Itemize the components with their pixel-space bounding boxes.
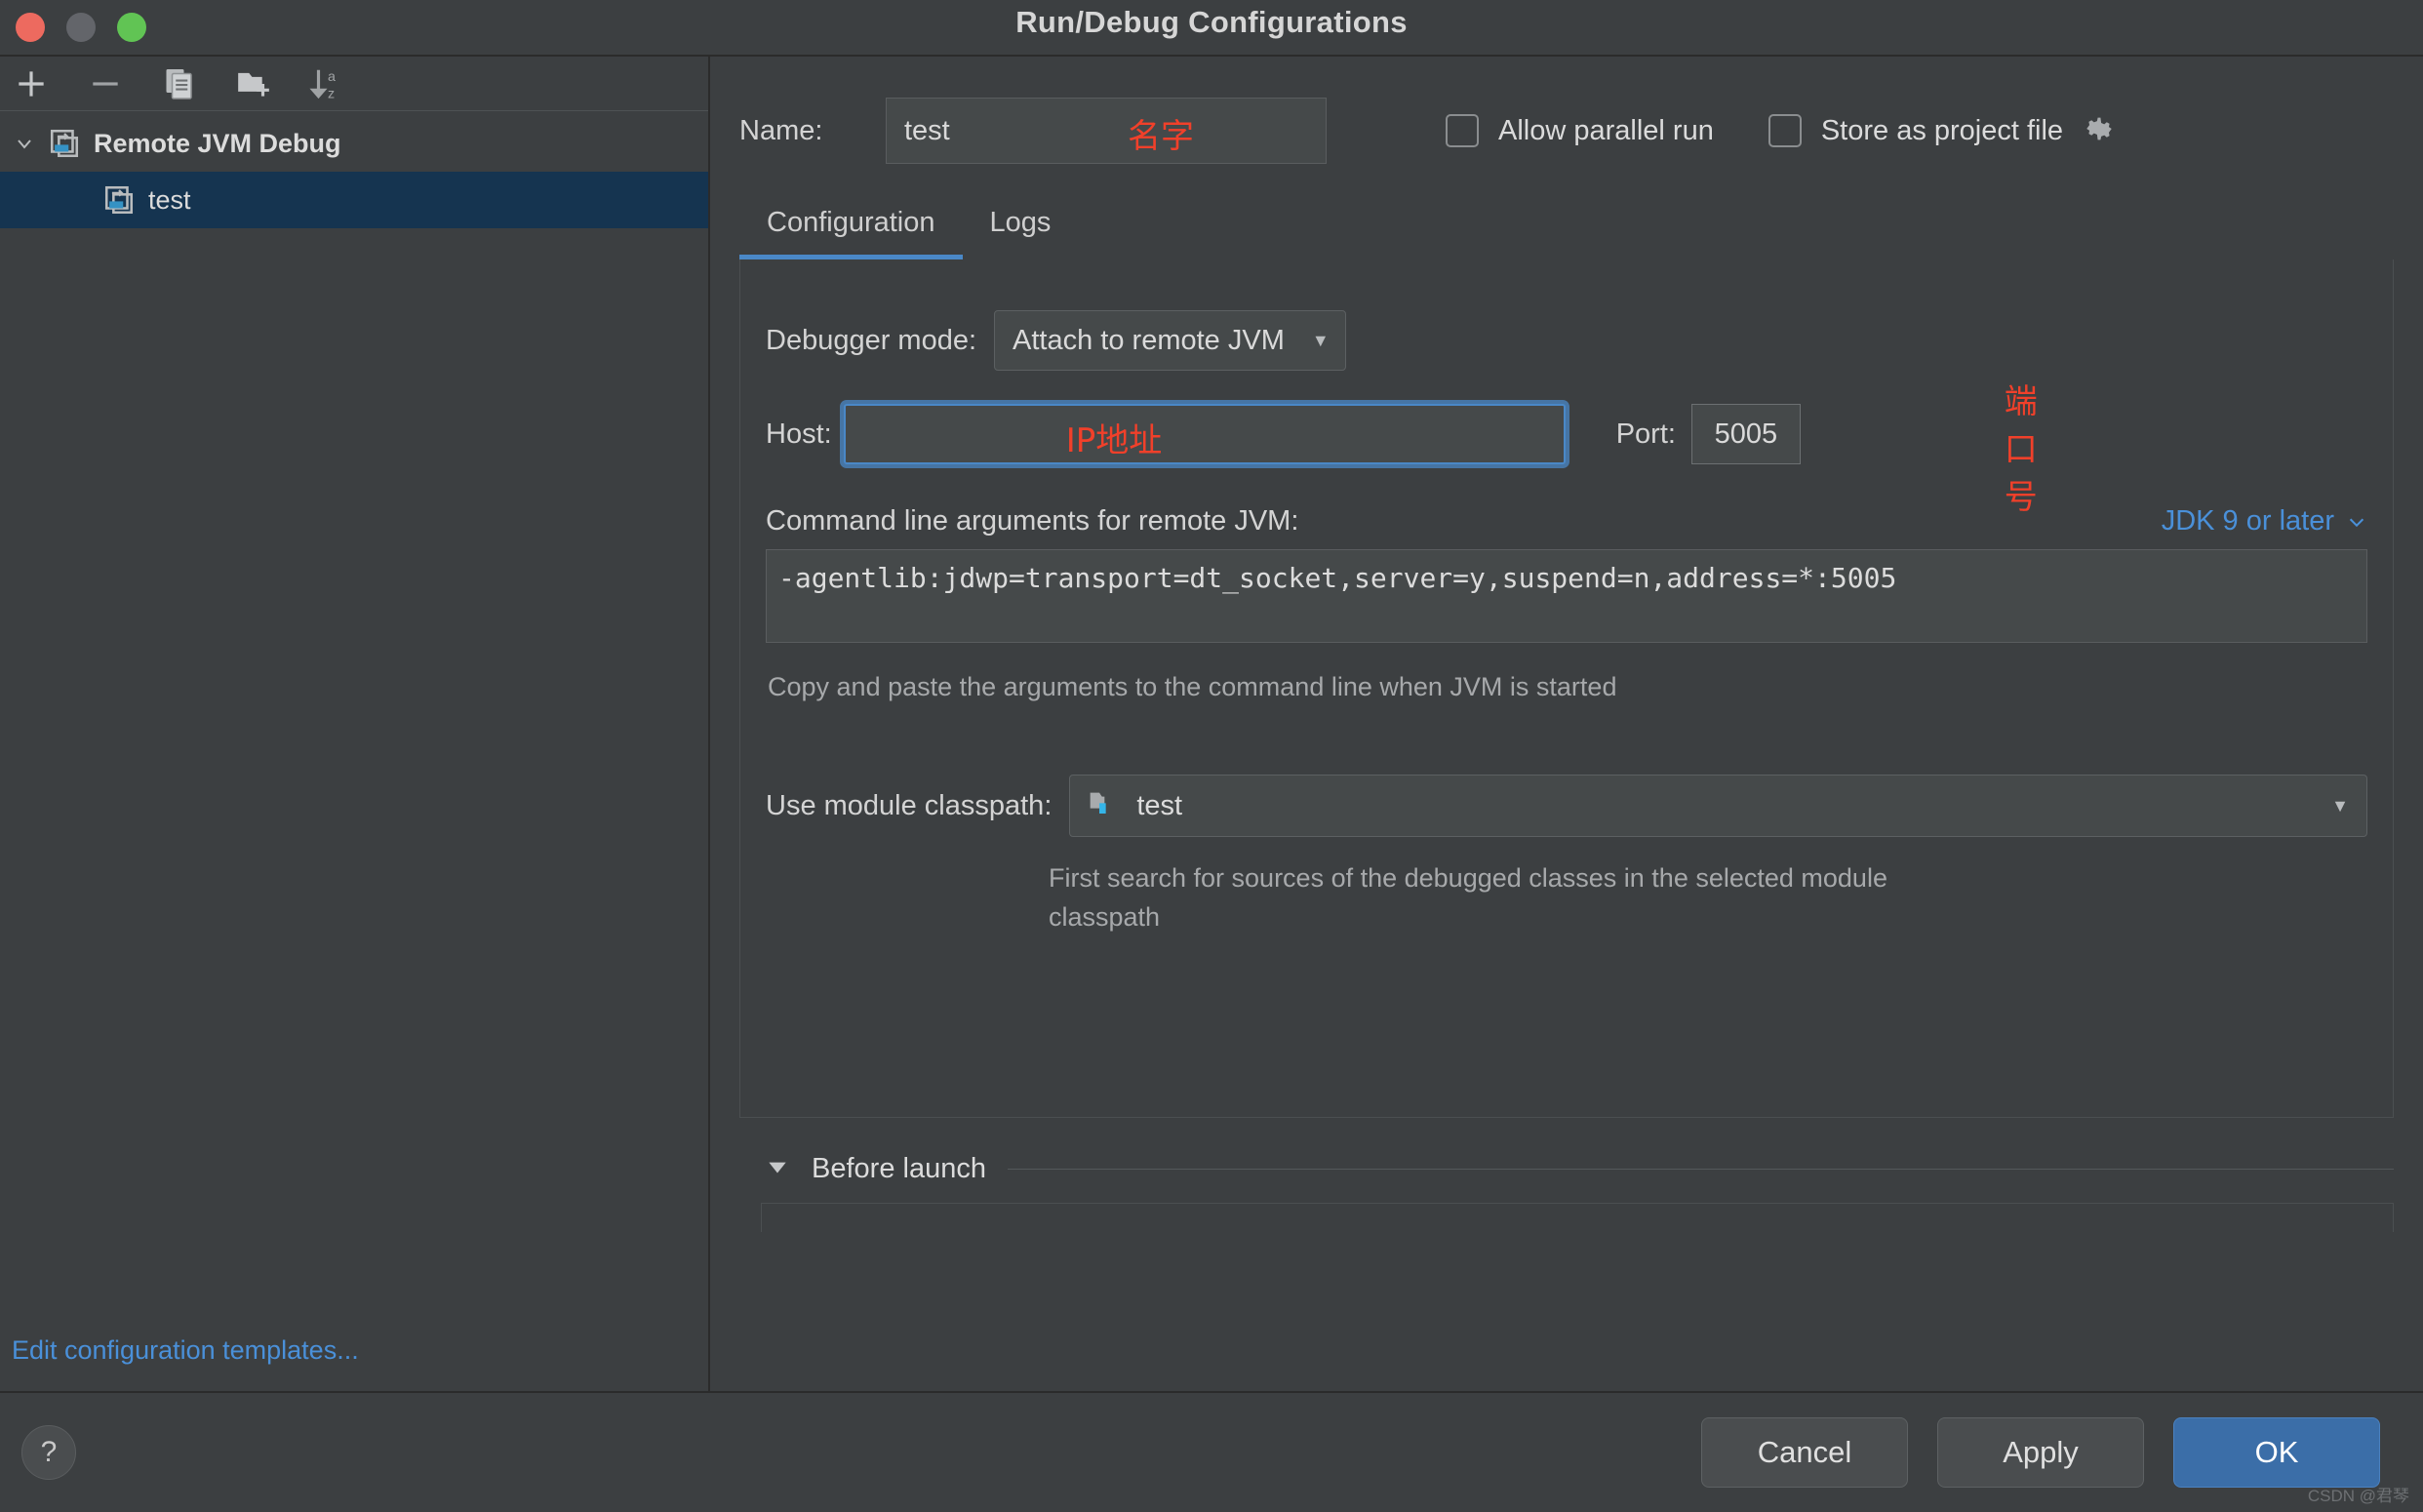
before-launch-label: Before launch	[812, 1153, 986, 1184]
name-label: Name:	[739, 114, 823, 146]
name-field-wrapper: test 名字	[886, 98, 1327, 164]
chevron-down-icon: ▼	[2331, 795, 2349, 816]
jdk-version-link[interactable]: JDK 9 or later	[2162, 505, 2367, 537]
debugger-mode-row: Debugger mode: Attach to remote JVM ▼	[740, 310, 2393, 371]
configuration-panel: Debugger mode: Attach to remote JVM ▼ Ho…	[739, 259, 2394, 1118]
module-classpath-value: test	[1136, 789, 1183, 821]
remove-configuration-button[interactable]	[84, 62, 127, 105]
name-row-options: Allow parallel run Store as project file	[1446, 112, 2116, 150]
sidebar-footer: Edit configuration templates...	[0, 1335, 708, 1391]
dialog-body: a z Remote JVM Debug test Edit configura…	[0, 55, 2423, 1391]
chevron-down-icon	[2349, 518, 2364, 527]
ok-button[interactable]: OK	[2173, 1417, 2380, 1488]
debugger-mode-select[interactable]: Attach to remote JVM ▼	[994, 310, 1346, 371]
add-configuration-button[interactable]	[10, 62, 53, 105]
gear-icon[interactable]	[2083, 112, 2116, 150]
before-launch-header[interactable]: Before launch	[765, 1153, 2394, 1185]
host-field-wrapper: IP地址 端口号	[843, 382, 2038, 517]
svg-text:a: a	[328, 68, 336, 84]
title-bar: Run/Debug Configurations	[0, 0, 2423, 55]
jdk-version-label: JDK 9 or later	[2161, 505, 2334, 537]
configuration-editor: Name: test 名字 Allow parallel run Store a…	[710, 57, 2423, 1391]
window-title: Run/Debug Configurations	[1015, 5, 1408, 39]
apply-button[interactable]: Apply	[1937, 1417, 2144, 1488]
debugger-mode-label: Debugger mode:	[766, 324, 977, 356]
divider	[1007, 1169, 2394, 1170]
args-label: Command line arguments for remote JVM:	[766, 505, 1299, 537]
tab-logs[interactable]: Logs	[963, 199, 1079, 259]
module-classpath-hint: First search for sources of the debugged…	[1049, 863, 1887, 932]
cancel-button[interactable]: Cancel	[1701, 1417, 1908, 1488]
port-annotation: 端口号	[2004, 382, 2038, 517]
before-launch-list	[761, 1203, 2394, 1232]
checkbox-box[interactable]	[1768, 114, 1802, 147]
name-row: Name: test 名字 Allow parallel run Store a…	[710, 57, 2423, 164]
new-folder-icon[interactable]	[232, 62, 275, 105]
debugger-mode-value: Attach to remote JVM	[1013, 324, 1285, 356]
sidebar-toolbar: a z	[0, 57, 708, 111]
name-input[interactable]: test	[886, 98, 1327, 164]
host-port-row: Host: IP地址 端口号 Port: 5005	[740, 382, 2393, 517]
port-label: Port:	[1615, 418, 1676, 450]
configurations-sidebar: a z Remote JVM Debug test Edit configura…	[0, 57, 710, 1391]
sort-alphabetically-icon[interactable]: a z	[306, 62, 349, 105]
tree-group-remote-jvm-debug[interactable]: Remote JVM Debug	[0, 115, 708, 172]
edit-configuration-templates-link[interactable]: Edit configuration templates...	[12, 1335, 359, 1365]
port-input[interactable]: 5005	[1690, 404, 1801, 464]
tree-item-test[interactable]: test	[0, 172, 708, 228]
svg-text:z: z	[328, 86, 335, 101]
tab-configuration[interactable]: Configuration	[739, 199, 963, 259]
copy-configuration-icon[interactable]	[158, 62, 201, 105]
tree-group-label: Remote JVM Debug	[94, 128, 341, 158]
module-classpath-select[interactable]: test ▼	[1069, 775, 2367, 837]
module-icon	[1088, 786, 1119, 825]
watermark: CSDN @君琴	[2307, 1487, 2409, 1505]
checkbox-box[interactable]	[1446, 114, 1479, 147]
configurations-tree: Remote JVM Debug test	[0, 111, 708, 1335]
host-input[interactable]	[843, 404, 1566, 464]
host-label: Host:	[766, 418, 832, 450]
footer-actions: Cancel Apply OK	[1701, 1417, 2423, 1488]
chevron-down-icon: ▼	[1311, 330, 1330, 350]
module-classpath-row: Use module classpath: test ▼	[740, 775, 2393, 837]
editor-tabs: Configuration Logs	[739, 199, 2423, 259]
chevron-down-icon[interactable]	[6, 132, 43, 155]
help-button[interactable]: ?	[21, 1425, 76, 1480]
allow-parallel-run-checkbox[interactable]: Allow parallel run	[1446, 114, 1714, 147]
triangle-down-icon[interactable]	[765, 1154, 790, 1184]
args-textarea[interactable]: -agentlib:jdwp=transport=dt_socket,serve…	[766, 549, 2367, 643]
store-as-project-file-label: Store as project file	[1820, 114, 2064, 146]
remote-jvm-debug-icon	[43, 127, 86, 160]
tree-item-label: test	[148, 184, 191, 215]
dialog-footer: ? Cancel Apply OK CSDN @君琴	[0, 1391, 2423, 1512]
store-as-project-file-checkbox[interactable]: Store as project file	[1768, 112, 2116, 150]
remote-jvm-debug-icon	[98, 183, 140, 217]
module-classpath-label: Use module classpath:	[766, 789, 1053, 821]
args-hint: Copy and paste the arguments to the comm…	[768, 672, 1617, 701]
run-debug-configurations-window: Run/Debug Configurations a z Remote JVM …	[0, 0, 2423, 1512]
args-header: Command line arguments for remote JVM: J…	[740, 505, 2393, 537]
allow-parallel-run-label: Allow parallel run	[1498, 114, 1714, 146]
